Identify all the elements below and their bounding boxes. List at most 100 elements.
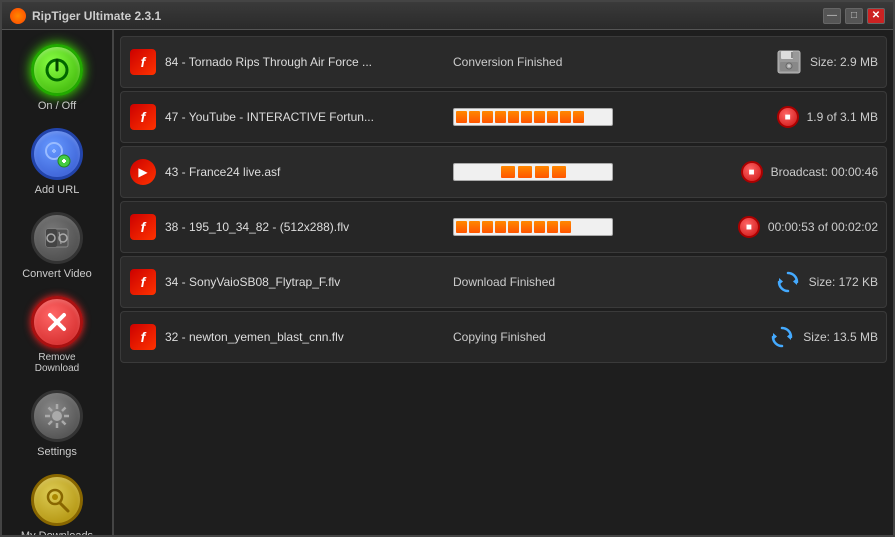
status-area: Conversion Finished	[453, 55, 768, 69]
file-icon: ▶	[129, 158, 157, 186]
title-bar: RipTiger Ultimate 2.3.1 — □ ✕	[2, 2, 893, 30]
main-content: On / Off Add URL	[2, 30, 893, 535]
power-icon	[31, 44, 83, 96]
filename: 43 - France24 live.asf	[165, 165, 445, 179]
sidebar-item-add-url[interactable]: Add URL	[12, 122, 102, 202]
sidebar-item-convert-video[interactable]: Convert Video	[12, 206, 102, 286]
file-icon: f	[129, 268, 157, 296]
sidebar-label-my-downloads: My Downloads	[21, 530, 93, 535]
seg	[573, 111, 584, 123]
status-area: Download Finished	[453, 275, 767, 289]
seg	[469, 221, 480, 233]
seg	[599, 111, 610, 123]
sidebar: On / Off Add URL	[2, 30, 114, 535]
stop-button[interactable]: ■	[777, 106, 799, 128]
seg	[560, 111, 571, 123]
minimize-button[interactable]: —	[823, 8, 841, 24]
add-url-icon	[31, 128, 83, 180]
size-info: Size: 13.5 MB	[803, 330, 878, 344]
file-icon: f	[129, 103, 157, 131]
status-area: Copying Finished	[453, 330, 761, 344]
flash-icon: f	[130, 269, 156, 295]
table-row: f 34 - SonyVaioSB08_Flytrap_F.flv Downlo…	[120, 256, 887, 308]
sync-icon	[775, 269, 801, 295]
seg	[547, 221, 558, 233]
stop-button[interactable]: ■	[738, 216, 760, 238]
table-row: ▶ 43 - France24 live.asf	[120, 146, 887, 198]
table-row: f 84 - Tornado Rips Through Air Force ..…	[120, 36, 887, 88]
seg	[482, 221, 493, 233]
stop-button[interactable]: ■	[741, 161, 763, 183]
status-text: Conversion Finished	[453, 55, 562, 69]
sidebar-label-remove-download: Remove Download	[16, 352, 98, 374]
seg	[547, 111, 558, 123]
table-row: f 32 - newton_yemen_blast_cnn.flv Copyin…	[120, 311, 887, 363]
progress-segments	[454, 109, 612, 125]
flash-icon: f	[130, 49, 156, 75]
title-bar-left: RipTiger Ultimate 2.3.1	[10, 8, 161, 24]
table-row: f 38 - 195_10_34_82 - (512x288).flv	[120, 201, 887, 253]
seg	[534, 111, 545, 123]
status-text: Download Finished	[453, 275, 555, 289]
downloads-list: f 84 - Tornado Rips Through Air Force ..…	[114, 30, 893, 535]
filename: 32 - newton_yemen_blast_cnn.flv	[165, 330, 445, 344]
seg	[508, 221, 519, 233]
seg	[552, 166, 566, 178]
progress-bar	[453, 218, 613, 236]
sidebar-label-convert-video: Convert Video	[22, 268, 92, 280]
main-window: RipTiger Ultimate 2.3.1 — □ ✕ On / Off	[0, 0, 895, 537]
status-area	[453, 108, 769, 126]
sidebar-item-on-off[interactable]: On / Off	[12, 38, 102, 118]
flash-icon: f	[130, 214, 156, 240]
seg	[495, 221, 506, 233]
sidebar-label-settings: Settings	[37, 446, 77, 458]
progress-wrapper	[453, 163, 613, 181]
seg	[573, 221, 584, 233]
filename: 84 - Tornado Rips Through Air Force ...	[165, 55, 445, 69]
seg	[521, 111, 532, 123]
size-info: Size: 172 KB	[809, 275, 878, 289]
progress-segments	[454, 164, 612, 180]
window-title: RipTiger Ultimate 2.3.1	[32, 9, 161, 23]
progress-bar	[453, 163, 613, 181]
settings-icon	[31, 390, 83, 442]
flash-icon: f	[130, 324, 156, 350]
seg	[469, 111, 480, 123]
file-icon: f	[129, 48, 157, 76]
app-icon	[10, 8, 26, 24]
seg	[508, 111, 519, 123]
filename: 34 - SonyVaioSB08_Flytrap_F.flv	[165, 275, 445, 289]
sidebar-item-settings[interactable]: Settings	[12, 384, 102, 464]
seg	[456, 111, 467, 123]
file-icon: f	[129, 213, 157, 241]
progress-segments	[454, 219, 612, 235]
seg	[586, 221, 597, 233]
progress-bar	[453, 108, 613, 126]
sidebar-label-add-url: Add URL	[35, 184, 80, 196]
table-row: f 47 - YouTube - INTERACTIVE Fortun...	[120, 91, 887, 143]
status-text: Copying Finished	[453, 330, 546, 344]
sidebar-label-on-off: On / Off	[38, 100, 76, 112]
status-area	[453, 163, 733, 181]
my-downloads-icon	[31, 474, 83, 526]
seg	[518, 166, 532, 178]
filename: 47 - YouTube - INTERACTIVE Fortun...	[165, 110, 445, 124]
seg	[534, 221, 545, 233]
sidebar-item-my-downloads[interactable]: My Downloads	[12, 468, 102, 535]
size-info: 00:00:53 of 00:02:02	[768, 220, 878, 234]
progress-wrapper	[453, 108, 613, 126]
window-controls: — □ ✕	[823, 8, 885, 24]
progress-wrapper	[453, 218, 613, 236]
close-button[interactable]: ✕	[867, 8, 885, 24]
maximize-button[interactable]: □	[845, 8, 863, 24]
sidebar-item-remove-download[interactable]: Remove Download	[12, 290, 102, 380]
seg	[501, 166, 515, 178]
convert-icon	[31, 212, 83, 264]
remove-icon	[31, 296, 83, 348]
sync-icon	[769, 324, 795, 350]
media-icon: ▶	[130, 159, 156, 185]
seg	[586, 111, 597, 123]
seg	[535, 166, 549, 178]
disk-icon	[776, 49, 802, 75]
filename: 38 - 195_10_34_82 - (512x288).flv	[165, 220, 445, 234]
